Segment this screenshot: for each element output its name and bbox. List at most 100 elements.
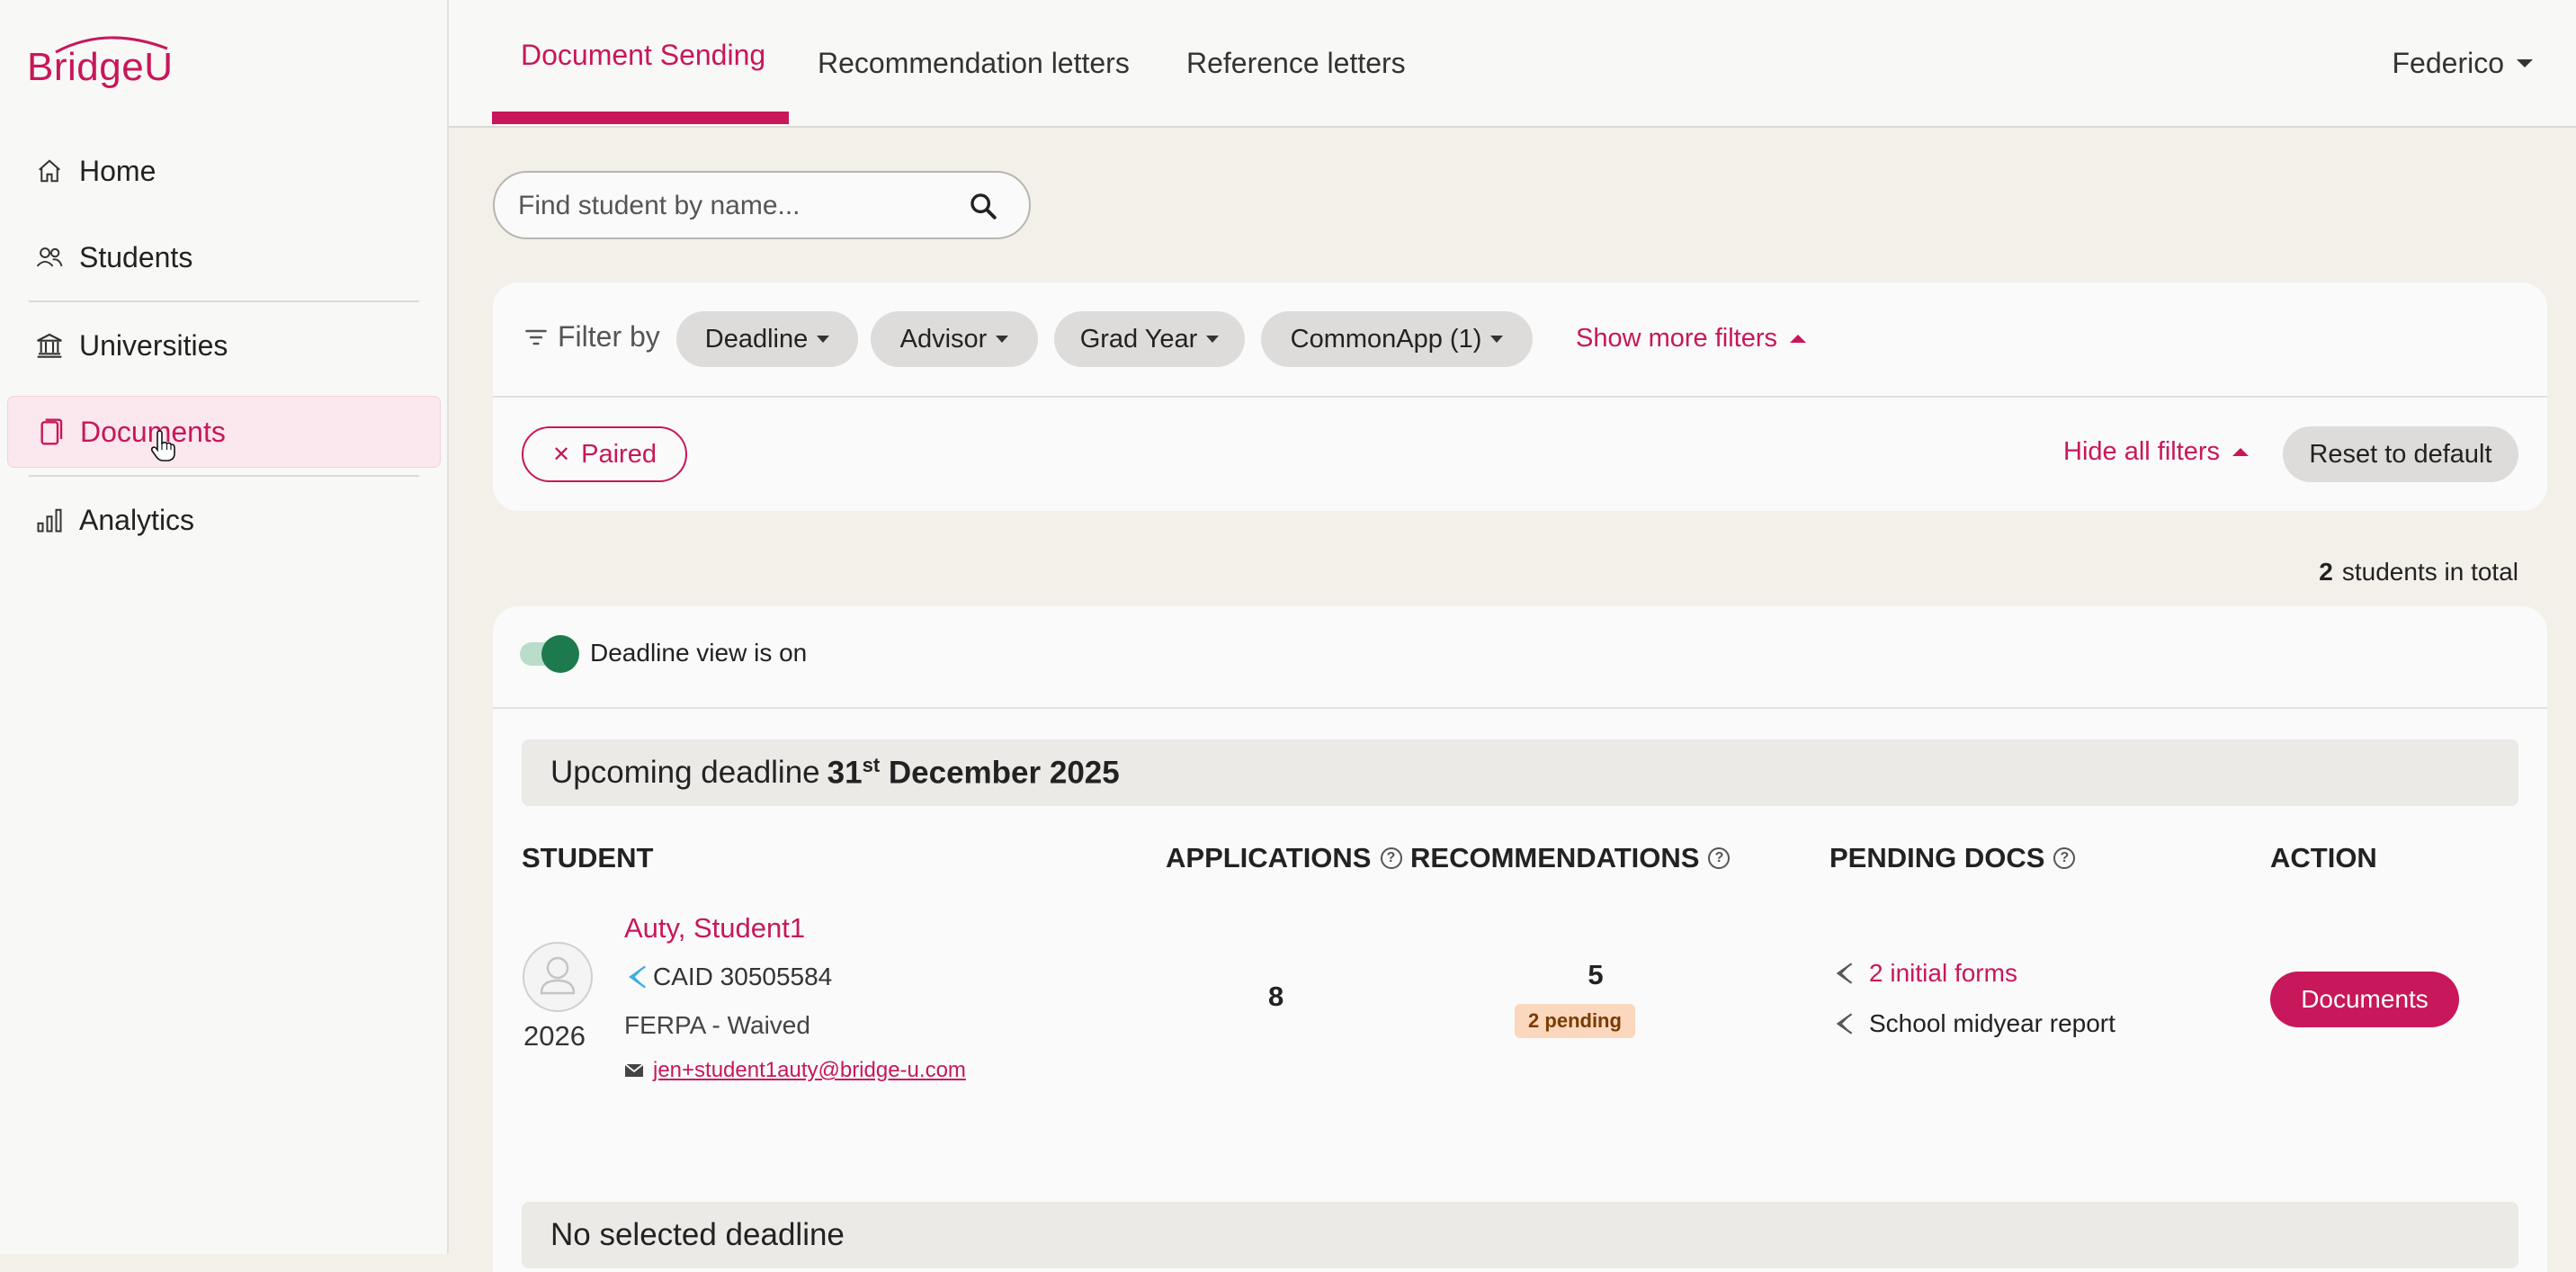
help-icon[interactable]: ?: [2053, 847, 2076, 869]
column-header-pending-docs: PENDING DOCS?: [1829, 842, 2076, 874]
column-header-student: STUDENT: [522, 842, 653, 874]
email-link[interactable]: jen+student1auty@bridge-u.com: [653, 1058, 966, 1083]
chevron-up-icon: [2232, 448, 2250, 456]
show-more-filters-link[interactable]: Show more filters: [1576, 324, 1807, 354]
chevron-down-icon: [817, 336, 830, 343]
sidebar-item-documents[interactable]: Documents: [7, 396, 441, 468]
tab-reference-letters[interactable]: Reference letters: [1186, 0, 1406, 126]
filter-chip-deadline[interactable]: Deadline: [676, 311, 858, 367]
sidebar-item-students[interactable]: Students: [7, 221, 441, 293]
upcoming-deadline-header: Upcoming deadline 31st December 2025: [522, 739, 2518, 806]
deadline-view-toggle[interactable]: [520, 635, 579, 673]
bridgeu-logo[interactable]: BridgeU: [27, 32, 180, 95]
reset-to-default-button[interactable]: Reset to default: [2283, 426, 2518, 482]
students-count: 2: [2319, 558, 2333, 586]
chip-label: CommonApp (1): [1290, 324, 1482, 354]
column-header-applications: APPLICATIONS?: [1166, 842, 1402, 874]
pending-doc-label: School midyear report: [1869, 1009, 2115, 1037]
deadline-day: 31: [827, 755, 863, 791]
no-deadline-header: No selected deadline: [522, 1202, 2518, 1268]
mail-icon: [624, 1063, 644, 1077]
pending-doc-initial-forms[interactable]: 2 initial forms: [1831, 959, 2017, 988]
chevron-down-icon: [2517, 58, 2533, 67]
sidebar: BridgeU Home Students Universities Docum…: [0, 0, 449, 1254]
sidebar-divider: [29, 300, 419, 302]
deadline-view-label: Deadline view is on: [590, 639, 808, 667]
filter-panel: Filter by Deadline Advisor Grad Year Com…: [493, 282, 2547, 511]
column-label: APPLICATIONS: [1166, 842, 1372, 873]
sidebar-item-analytics[interactable]: Analytics: [7, 484, 441, 556]
search-input[interactable]: [516, 182, 952, 230]
column-label: PENDING DOCS: [1829, 842, 2045, 873]
document-icon: [35, 417, 66, 447]
chevron-down-icon: [1206, 336, 1220, 343]
home-icon: [34, 156, 65, 186]
sidebar-divider: [29, 475, 419, 477]
user-name: Federico: [2392, 46, 2505, 79]
chevron-up-icon: [1790, 335, 1807, 343]
recommendations-count: 5: [1588, 959, 1604, 990]
divider: [493, 707, 2547, 709]
commonapp-icon: [1836, 963, 1853, 984]
chip-label: Advisor: [899, 324, 988, 354]
sidebar-item-label: Students: [79, 240, 193, 273]
pending-doc-label: 2 initial forms: [1869, 959, 2017, 987]
column-label: RECOMMENDATIONS: [1410, 842, 1700, 873]
tab-label: Recommendation letters: [818, 46, 1130, 79]
column-header-action: ACTION: [2270, 842, 2377, 874]
help-icon[interactable]: ?: [1380, 847, 1402, 869]
applications-count: 8: [1268, 981, 1284, 1012]
app: BridgeU Home Students Universities Docum…: [0, 0, 2576, 1272]
sidebar-item-universities[interactable]: Universities: [7, 309, 441, 381]
chevron-down-icon: [996, 336, 1009, 343]
chevron-down-icon: [1490, 336, 1504, 343]
pending-doc-midyear-report: School midyear report: [1831, 1009, 2115, 1038]
commonapp-icon: [629, 965, 646, 989]
avatar: [523, 942, 593, 1012]
no-deadline-label: No selected deadline: [550, 1217, 845, 1252]
users-icon: [34, 242, 65, 273]
column-label: ACTION: [2270, 842, 2377, 873]
documents-button[interactable]: Documents: [2270, 972, 2459, 1027]
caid: CAID 30505584: [624, 963, 832, 991]
student-name-link[interactable]: Auty, Student1: [624, 912, 805, 945]
sidebar-item-label: Home: [79, 154, 157, 187]
column-header-recommendations: RECOMMENDATIONS?: [1410, 842, 1731, 874]
tab-label: Reference letters: [1186, 46, 1406, 79]
filter-chip-commonapp[interactable]: CommonApp (1): [1261, 311, 1533, 367]
tab-document-sending[interactable]: Document Sending: [521, 0, 765, 126]
tab-label: Document Sending: [521, 38, 766, 71]
commonapp-icon: [1836, 1013, 1853, 1035]
search-icon[interactable]: [968, 191, 998, 221]
column-label: STUDENT: [522, 842, 654, 873]
sidebar-item-label: Universities: [79, 328, 228, 362]
graduation-year: 2026: [523, 1020, 586, 1052]
bar-chart-icon: [34, 505, 65, 535]
university-icon: [34, 330, 65, 361]
filter-label: Filter by: [523, 320, 660, 354]
toggle-knob: [541, 635, 579, 673]
sidebar-item-label: Analytics: [79, 503, 195, 536]
deadline-prefix: Upcoming deadline: [550, 755, 820, 790]
user-menu[interactable]: Federico: [2392, 0, 2533, 126]
active-filter-paired[interactable]: ✕ Paired: [522, 426, 687, 482]
caid-value: CAID 30505584: [653, 963, 833, 990]
ferpa-status: FERPA - Waived: [624, 1011, 810, 1039]
tab-recommendation-letters[interactable]: Recommendation letters: [818, 0, 1130, 126]
deadline-month-year: December 2025: [888, 755, 1120, 791]
chip-label: Grad Year: [1079, 324, 1198, 354]
deadline-day-suffix: st: [862, 754, 881, 777]
sidebar-item-home[interactable]: Home: [7, 135, 441, 207]
hand-cursor-icon: [150, 430, 175, 461]
filter-chip-grad-year[interactable]: Grad Year: [1054, 311, 1245, 367]
student-email: jen+student1auty@bridge-u.com: [624, 1058, 966, 1083]
link-label: Show more filters: [1576, 324, 1778, 353]
active-tab-indicator: [492, 112, 789, 124]
students-total: 2 students in total: [2319, 558, 2518, 587]
students-list-panel: Deadline view is on Upcoming deadline 31…: [493, 606, 2547, 1272]
filter-chip-advisor[interactable]: Advisor: [871, 311, 1038, 367]
active-filter-label: Paired: [581, 439, 657, 469]
help-icon[interactable]: ?: [1708, 847, 1731, 869]
close-icon[interactable]: ✕: [552, 442, 570, 468]
hide-all-filters-link[interactable]: Hide all filters: [2063, 437, 2250, 467]
